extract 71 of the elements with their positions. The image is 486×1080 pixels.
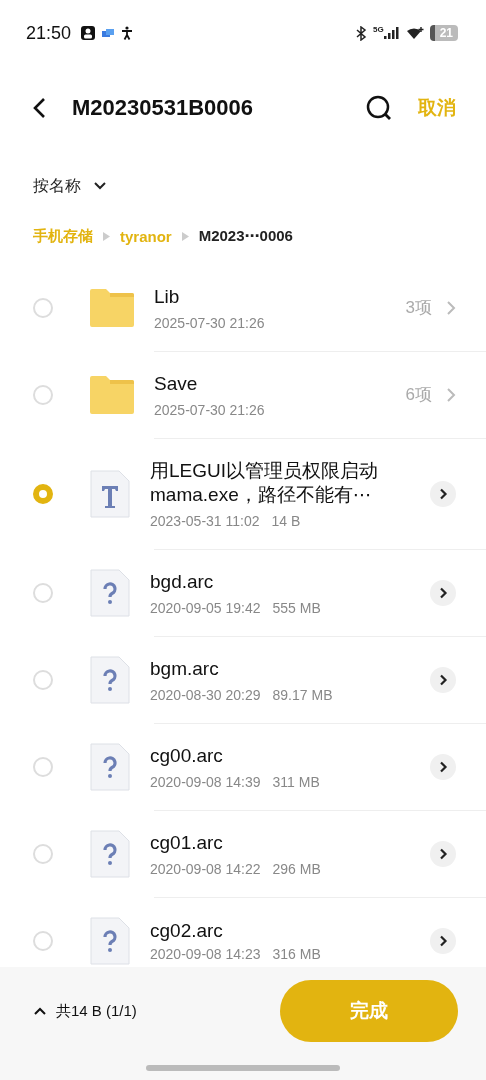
select-radio[interactable] — [33, 483, 53, 504]
file-name: cg01.arc — [150, 830, 224, 855]
wifi-icon — [405, 26, 424, 40]
selection-summary[interactable]: 共14 B (1/1) — [34, 980, 137, 1042]
file-date: 2020-09-08 14:39 — [150, 773, 261, 790]
unknown-file-icon — [90, 916, 130, 965]
signal-icon — [383, 27, 400, 39]
file-date: 2025-07-30 21:26 — [154, 314, 265, 331]
back-icon[interactable] — [32, 97, 46, 119]
done-button[interactable]: 完成 — [280, 980, 458, 1042]
file-name: Save — [154, 371, 199, 396]
select-radio[interactable] — [33, 582, 53, 603]
unknown-file-icon — [90, 829, 130, 878]
open-chevron-button[interactable] — [430, 579, 456, 606]
breadcrumb-link[interactable]: 手机存储 — [33, 226, 93, 246]
folder-icon — [90, 288, 134, 327]
folder-icon — [90, 375, 134, 414]
file-date: 2020-09-08 14:23 — [150, 946, 261, 962]
open-chevron-button[interactable] — [430, 666, 456, 693]
file-date: 2020-09-05 19:42 — [150, 599, 261, 616]
notification-icon — [101, 28, 116, 38]
open-chevron-button[interactable] — [430, 753, 456, 780]
file-name: 用LEGUI以管理员权限启动mama.exe，路径不能有⋯ — [150, 458, 380, 507]
folder-title: M20230531B0006 — [72, 95, 255, 121]
chevron-icon[interactable] — [446, 299, 456, 316]
select-radio[interactable] — [33, 384, 53, 405]
breadcrumb-link[interactable]: M2023⋯0006 — [198, 227, 293, 245]
file-size: 14 B — [271, 512, 301, 529]
open-chevron-button[interactable] — [430, 840, 456, 867]
file-name: Lib — [154, 284, 181, 309]
accessibility-icon — [121, 26, 134, 40]
file-date: 2020-08-30 20:29 — [150, 686, 261, 703]
breadcrumb-link[interactable]: tyranor — [120, 227, 172, 245]
separator-icon — [181, 231, 189, 241]
file-date: 2025-07-30 21:26 — [154, 401, 265, 418]
chevron-icon[interactable] — [446, 386, 456, 403]
chevron-down-icon — [93, 181, 107, 191]
select-radio[interactable] — [33, 756, 53, 777]
unknown-file-icon — [90, 742, 130, 791]
notification-icon — [81, 26, 96, 40]
bluetooth-icon — [354, 25, 367, 41]
select-radio[interactable] — [33, 669, 53, 690]
file-size: 555 MB — [272, 599, 321, 616]
file-name: cg02.arc — [150, 919, 224, 943]
file-name: bgm.arc — [150, 656, 220, 681]
file-name: bgd.arc — [150, 569, 215, 594]
unknown-file-icon — [90, 568, 130, 617]
select-radio[interactable] — [33, 843, 53, 864]
network-label: 5G — [372, 24, 384, 34]
clock: 21:50 — [26, 22, 72, 44]
file-size: 296 MB — [272, 860, 321, 877]
file-size: 89.17 MB — [272, 686, 333, 703]
file-date: 2023-05-31 11:02 — [150, 512, 260, 529]
item-count: 3项 — [405, 297, 432, 319]
file-date: 2020-09-08 14:22 — [150, 860, 261, 877]
sort-dropdown[interactable]: 按名称 — [33, 175, 107, 197]
item-count: 6项 — [405, 384, 432, 406]
open-chevron-button[interactable] — [430, 927, 456, 954]
battery-indicator: 21 — [429, 25, 458, 41]
text-file-icon — [90, 469, 130, 518]
chevron-up-icon — [34, 1007, 46, 1015]
file-size: 316 MB — [272, 946, 321, 962]
file-name: cg00.arc — [150, 743, 224, 768]
select-radio[interactable] — [33, 297, 53, 318]
unknown-file-icon — [90, 655, 130, 704]
separator-icon — [103, 231, 110, 241]
search-icon[interactable] — [366, 95, 392, 121]
file-size: 311 MB — [272, 773, 320, 790]
select-radio[interactable] — [33, 930, 53, 951]
cancel-button[interactable]: 取消 — [418, 95, 456, 121]
open-chevron-button[interactable] — [430, 480, 456, 507]
